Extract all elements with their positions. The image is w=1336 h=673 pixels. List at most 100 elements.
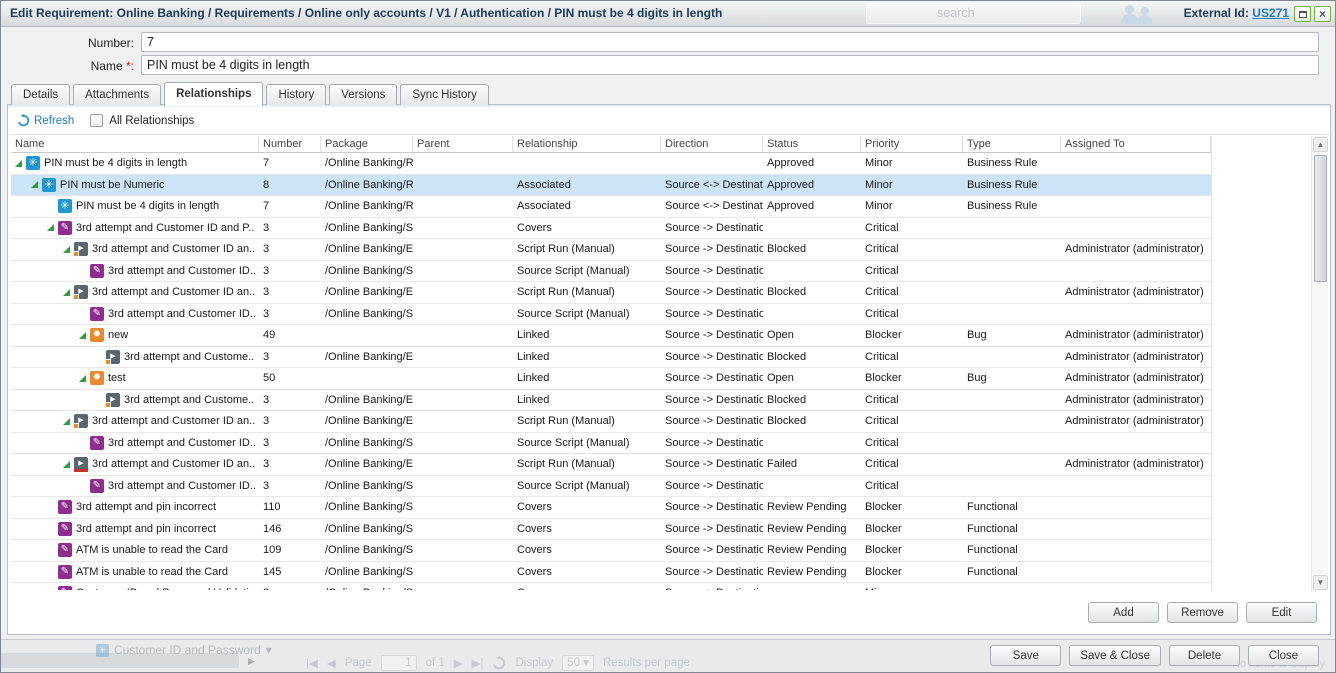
cell-relationship: Linked [513,325,661,346]
cell-parent [413,540,513,561]
scrollbar-thumb[interactable] [1314,155,1327,282]
column-header-relationship[interactable]: Relationship [513,136,661,152]
tab-relationships[interactable]: Relationships [164,82,263,106]
table-row[interactable]: ▶3rd attempt and Customer ID an...3/Onli… [11,239,1211,261]
table-row[interactable]: ✎ATM is unable to read the Card145/Onlin… [11,562,1211,584]
expand-arrow-icon[interactable] [63,289,70,296]
column-header-package[interactable]: Package [321,136,413,152]
cell-number: 50 [259,368,321,389]
run-icon: ▶ [74,242,88,256]
table-row[interactable]: ✳PIN must be Numeric8/Online Banking/Rec… [11,175,1211,197]
column-header-direction[interactable]: Direction [661,136,763,152]
table-row[interactable]: ✎3rd attempt and Customer ID...3/Online … [11,476,1211,498]
save-close-button[interactable]: Save & Close [1069,645,1161,666]
remove-button[interactable]: Remove [1167,602,1238,623]
table-row[interactable]: ▶3rd attempt and Customer ID an...3/Onli… [11,454,1211,476]
all-relationships-checkbox[interactable] [90,114,103,127]
table-row[interactable]: ▶3rd attempt and Customer ID an...3/Onli… [11,411,1211,433]
column-header-name[interactable]: Name [11,136,259,152]
delete-button[interactable]: Delete [1169,645,1240,666]
row-name: ATM is unable to read the Card [76,562,228,582]
cell-assigned: Administrator (administrator) [1061,282,1211,303]
table-row[interactable]: ✎3rd attempt and pin incorrect110/Online… [11,497,1211,519]
name-field[interactable] [141,55,1319,75]
column-header-priority[interactable]: Priority [861,136,963,152]
cell-relationship: Covers [513,519,661,540]
cell-assigned: Administrator (administrator) [1061,390,1211,411]
expand-arrow-icon[interactable] [31,181,38,188]
table-row[interactable]: ✹test50LinkedSource -> DestinationOpenBl… [11,368,1211,390]
number-field[interactable] [141,32,1319,52]
cell-assigned: Administrator (administrator) [1061,454,1211,475]
table-row[interactable]: ✎Customer ID and Password Validation3/On… [11,583,1211,590]
save-button[interactable]: Save [990,645,1061,666]
cell-status: Blocked [763,239,861,260]
vertical-scrollbar[interactable]: ▲ ▼ [1311,136,1328,591]
table-row[interactable]: ▶3rd attempt and Custome...3/Online Bank… [11,347,1211,369]
script-icon: ✎ [58,500,72,514]
run-badge [105,402,111,408]
table-row[interactable]: ✎ATM is unable to read the Card109/Onlin… [11,540,1211,562]
table-row[interactable]: ✳PIN must be 4 digits in length7/Online … [11,196,1211,218]
table-row[interactable]: ▶3rd attempt and Customer ID an...3/Onli… [11,282,1211,304]
add-button[interactable]: Add [1088,602,1159,623]
table-row[interactable]: ✎3rd attempt and pin incorrect146/Online… [11,519,1211,541]
table-row[interactable]: ✳PIN must be 4 digits in length7/Online … [11,153,1211,175]
cell-assigned: Administrator (administrator) [1061,347,1211,368]
dialog-footer: ▶ ✳ Customer ID and Password ▾ |◀ ◀ Page… [1,639,1335,672]
cell-type: Business Rule [963,196,1061,217]
titlebar: search Edit Requirement: Online Banking … [1,1,1335,27]
external-id-link[interactable]: US271 [1252,6,1289,20]
cell-assigned: Administrator (administrator) [1061,411,1211,432]
column-header-number[interactable]: Number [259,136,321,152]
name-cell: ✳PIN must be 4 digits in length [11,196,259,217]
table-row[interactable]: ▶3rd attempt and Custome...3/Online Bank… [11,390,1211,412]
tab-versions[interactable]: Versions [329,84,397,105]
table-row[interactable]: ✹new49LinkedSource -> DestinationOpenBlo… [11,325,1211,347]
expand-arrow-icon[interactable] [63,418,70,425]
tab-sync-history[interactable]: Sync History [400,84,489,105]
last-page-icon: ▶| [472,656,484,670]
close-button[interactable]: × [1314,6,1331,22]
table-row[interactable]: ✎3rd attempt and Customer ID...3/Online … [11,433,1211,455]
grid-header: NameNumberPackageParentRelationshipDirec… [11,136,1211,153]
expand-arrow-icon[interactable] [63,461,70,468]
expand-arrow-icon[interactable] [47,224,54,231]
expand-arrow-icon[interactable] [15,160,22,167]
cell-type: Functional [963,540,1061,561]
expand-arrow-icon[interactable] [79,375,86,382]
column-header-status[interactable]: Status [763,136,861,152]
expand-arrow-icon[interactable] [63,246,70,253]
column-header-type[interactable]: Type [963,136,1061,152]
refresh-button[interactable]: Refresh [17,114,74,127]
script-icon: ✎ [58,543,72,557]
background-hscroll-arrow-icon: ▶ [248,656,255,667]
cell-relationship: Covers [513,540,661,561]
cell-type [963,390,1061,411]
table-row[interactable]: ✎3rd attempt and Customer ID and P...3/O… [11,218,1211,240]
cell-parent [413,454,513,475]
column-header-parent[interactable]: Parent [413,136,513,152]
tab-history[interactable]: History [266,84,326,105]
cell-relationship [513,153,661,174]
cell-parent [413,368,513,389]
tab-details[interactable]: Details [11,84,70,105]
column-header-assigned-to[interactable]: Assigned To [1061,136,1211,152]
table-row[interactable]: ✎3rd attempt and Customer ID...3/Online … [11,304,1211,326]
cell-assigned [1061,153,1211,174]
scroll-down-icon[interactable]: ▼ [1313,575,1328,590]
scroll-up-icon[interactable]: ▲ [1313,137,1328,152]
name-cell: ✎3rd attempt and Customer ID... [11,433,259,454]
row-actions: Add Remove Edit [1088,602,1317,623]
run-badge [73,251,79,257]
expand-arrow-icon[interactable] [79,332,86,339]
tab-attachments[interactable]: Attachments [73,84,161,105]
table-row[interactable]: ✎3rd attempt and Customer ID...3/Online … [11,261,1211,283]
cell-priority: Blocker [861,519,963,540]
external-id-label: External Id: [1184,6,1249,20]
maximize-button[interactable] [1294,6,1311,22]
edit-button[interactable]: Edit [1246,602,1317,623]
bug-icon: ✹ [90,371,104,385]
cell-number: 3 [259,390,321,411]
close-button[interactable]: Close [1248,645,1319,666]
